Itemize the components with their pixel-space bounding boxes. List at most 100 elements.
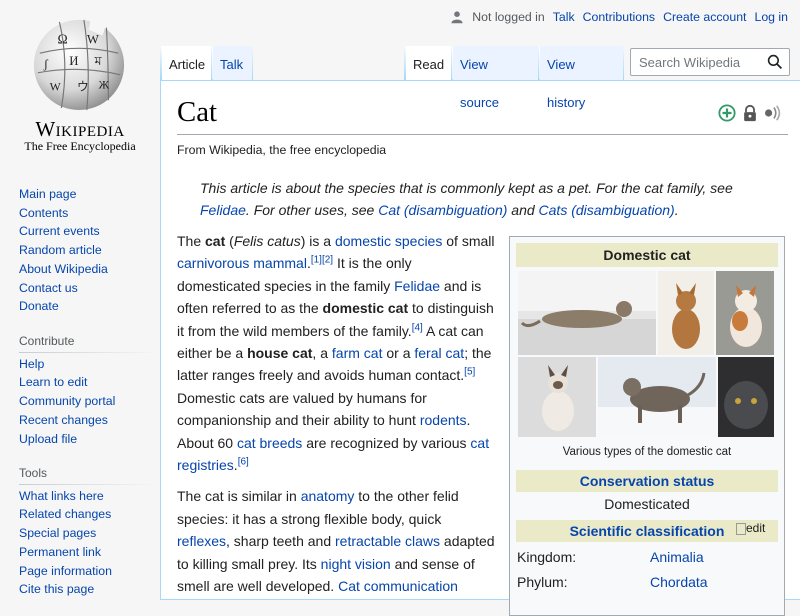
sidebar-link-about-wikipedia[interactable]: About Wikipedia: [19, 260, 108, 279]
rodents-link[interactable]: rodents: [420, 412, 467, 428]
tab-talk[interactable]: Talk: [212, 46, 252, 80]
svg-text:W: W: [50, 80, 62, 93]
reference-link[interactable]: [2]: [322, 255, 333, 266]
text: or a: [382, 345, 415, 362]
hatnote: This article is about the species that i…: [200, 177, 760, 222]
spoken-article-icon[interactable]: [763, 104, 785, 122]
reflexes-link[interactable]: reflexes: [177, 533, 226, 549]
anatomy-link[interactable]: anatomy: [301, 488, 355, 504]
tab-read[interactable]: Read: [405, 46, 451, 80]
svg-text:ʃ: ʃ: [43, 57, 49, 71]
reference-link[interactable]: [5]: [464, 367, 475, 378]
search-icon[interactable]: [767, 54, 783, 70]
svg-text:Ж: Ж: [99, 78, 110, 91]
svg-text:ウ: ウ: [77, 80, 89, 93]
reference-link[interactable]: [4]: [412, 322, 423, 333]
felidae-link[interactable]: Felidae: [394, 278, 440, 294]
contribute-divider: [19, 352, 159, 353]
cat-photo-tabby-snow[interactable]: [598, 357, 716, 437]
sidebar-link-cite-this-page[interactable]: Cite this page: [19, 580, 112, 599]
page-title: Cat: [177, 96, 217, 128]
sidebar-link-permanent-link[interactable]: Permanent link: [19, 543, 112, 562]
cat-breeds-link[interactable]: cat breeds: [237, 435, 302, 451]
tab-view-source[interactable]: View source: [452, 46, 538, 110]
good-article-plus-icon[interactable]: [718, 104, 736, 122]
sidebar-link-donate[interactable]: Donate: [19, 297, 108, 316]
night-vision-link[interactable]: night vision: [321, 556, 391, 572]
feral-cat-link[interactable]: feral cat: [414, 345, 464, 361]
edit-icon[interactable]: edit: [736, 521, 772, 537]
puzzle-globe-icon: Ω W ʃ И ম W ウ Ж: [33, 17, 125, 111]
sidebar-link-current-events[interactable]: Current events: [19, 222, 108, 241]
reference-link[interactable]: [6]: [238, 456, 249, 467]
sidebar-tools: Tools What links here Related changes Sp…: [19, 464, 159, 599]
sidebar-link-main-page[interactable]: Main page: [19, 185, 108, 204]
kingdom-link[interactable]: Animalia: [650, 549, 704, 565]
tab-view-history[interactable]: View history: [539, 46, 623, 110]
contributions-link[interactable]: Contributions: [583, 10, 655, 24]
cat-photo-lying[interactable]: [518, 271, 656, 355]
edit-label: edit: [746, 521, 766, 535]
wikipedia-tagline: The Free Encyclopedia: [24, 139, 136, 153]
log-in-link[interactable]: Log in: [754, 10, 788, 24]
text: , a: [312, 345, 332, 362]
infobox: Domestic cat Various types of the domest…: [509, 236, 785, 616]
text: are recognized by various: [302, 434, 471, 451]
conservation-status-heading[interactable]: Conservation status: [516, 470, 778, 492]
sidebar-link-related-changes[interactable]: Related changes: [19, 505, 112, 524]
sidebar-link-upload-file[interactable]: Upload file: [19, 430, 115, 449]
cat-photo-gray[interactable]: [718, 357, 774, 437]
title-divider: [177, 134, 788, 135]
phylum-link[interactable]: Chordata: [650, 574, 708, 590]
create-account-link[interactable]: Create account: [663, 10, 746, 24]
svg-text:ম: ম: [94, 54, 103, 68]
infobox-title: Domestic cat: [516, 243, 778, 267]
sidebar-link-contents[interactable]: Contents: [19, 204, 108, 223]
row-label: Kingdom:: [517, 549, 577, 565]
sidebar-link-special-pages[interactable]: Special pages: [19, 524, 112, 543]
cat-photo-calico[interactable]: [716, 271, 774, 355]
domestic-species-link[interactable]: domestic species: [335, 233, 442, 249]
lock-icon[interactable]: [741, 104, 759, 122]
sidebar-navigation: Main page Contents Current events Random…: [19, 185, 108, 316]
text: (: [225, 233, 234, 249]
scientific-name: Felis catus: [233, 233, 301, 249]
sidebar-link-help[interactable]: Help: [19, 355, 115, 374]
svg-text:И: И: [69, 54, 78, 68]
broken-image-icon: [736, 522, 746, 535]
svg-text:W: W: [87, 32, 99, 46]
sidebar-link-community-portal[interactable]: Community portal: [19, 392, 115, 411]
talk-link[interactable]: Talk: [553, 10, 575, 24]
search-box: [630, 48, 790, 76]
wikipedia-logo[interactable]: Ω W ʃ И ম W ウ Ж Wikipedia The Free Encyc…: [0, 0, 160, 160]
text: The: [177, 233, 206, 249]
retractable-claws-link[interactable]: retractable claws: [335, 533, 440, 549]
sidebar-link-recent-changes[interactable]: Recent changes: [19, 411, 115, 430]
cats-disambiguation-link[interactable]: Cats (disambiguation): [539, 202, 675, 218]
svg-text:Ω: Ω: [57, 31, 67, 46]
reference-link[interactable]: [1]: [311, 255, 322, 266]
cat-photo-siamese[interactable]: [518, 357, 596, 437]
conservation-status-value: Domesticated: [604, 496, 690, 512]
tab-article[interactable]: Article: [161, 46, 211, 80]
carnivorous-mammal-link[interactable]: carnivorous mammal: [177, 255, 307, 271]
sidebar-link-what-links-here[interactable]: What links here: [19, 487, 112, 506]
farm-cat-link[interactable]: farm cat: [332, 345, 383, 361]
user-icon: [451, 11, 463, 24]
sidebar-link-contact-us[interactable]: Contact us: [19, 279, 108, 298]
cat-communication-link[interactable]: Cat communication: [338, 578, 458, 594]
sidebar-link-page-information[interactable]: Page information: [19, 562, 112, 581]
felidae-link[interactable]: Felidae: [200, 202, 246, 218]
cat-photo-abyssinian[interactable]: [658, 271, 714, 355]
text: Domestic cats are valued by humans for c…: [177, 389, 427, 429]
lead-paragraph: The cat (Felis catus) is a domestic spec…: [177, 230, 497, 476]
article-body: The cat (Felis catus) is a domestic spec…: [177, 230, 497, 607]
search-input[interactable]: [637, 54, 771, 71]
hatnote-text: and: [507, 202, 539, 219]
tab-divider: [252, 46, 253, 80]
sidebar-link-random-article[interactable]: Random article: [19, 241, 108, 260]
bold-term: house cat: [247, 345, 313, 362]
tools-divider: [19, 484, 159, 485]
cat-disambiguation-link[interactable]: Cat (disambiguation): [378, 202, 507, 218]
sidebar-link-learn-to-edit[interactable]: Learn to edit: [19, 373, 115, 392]
